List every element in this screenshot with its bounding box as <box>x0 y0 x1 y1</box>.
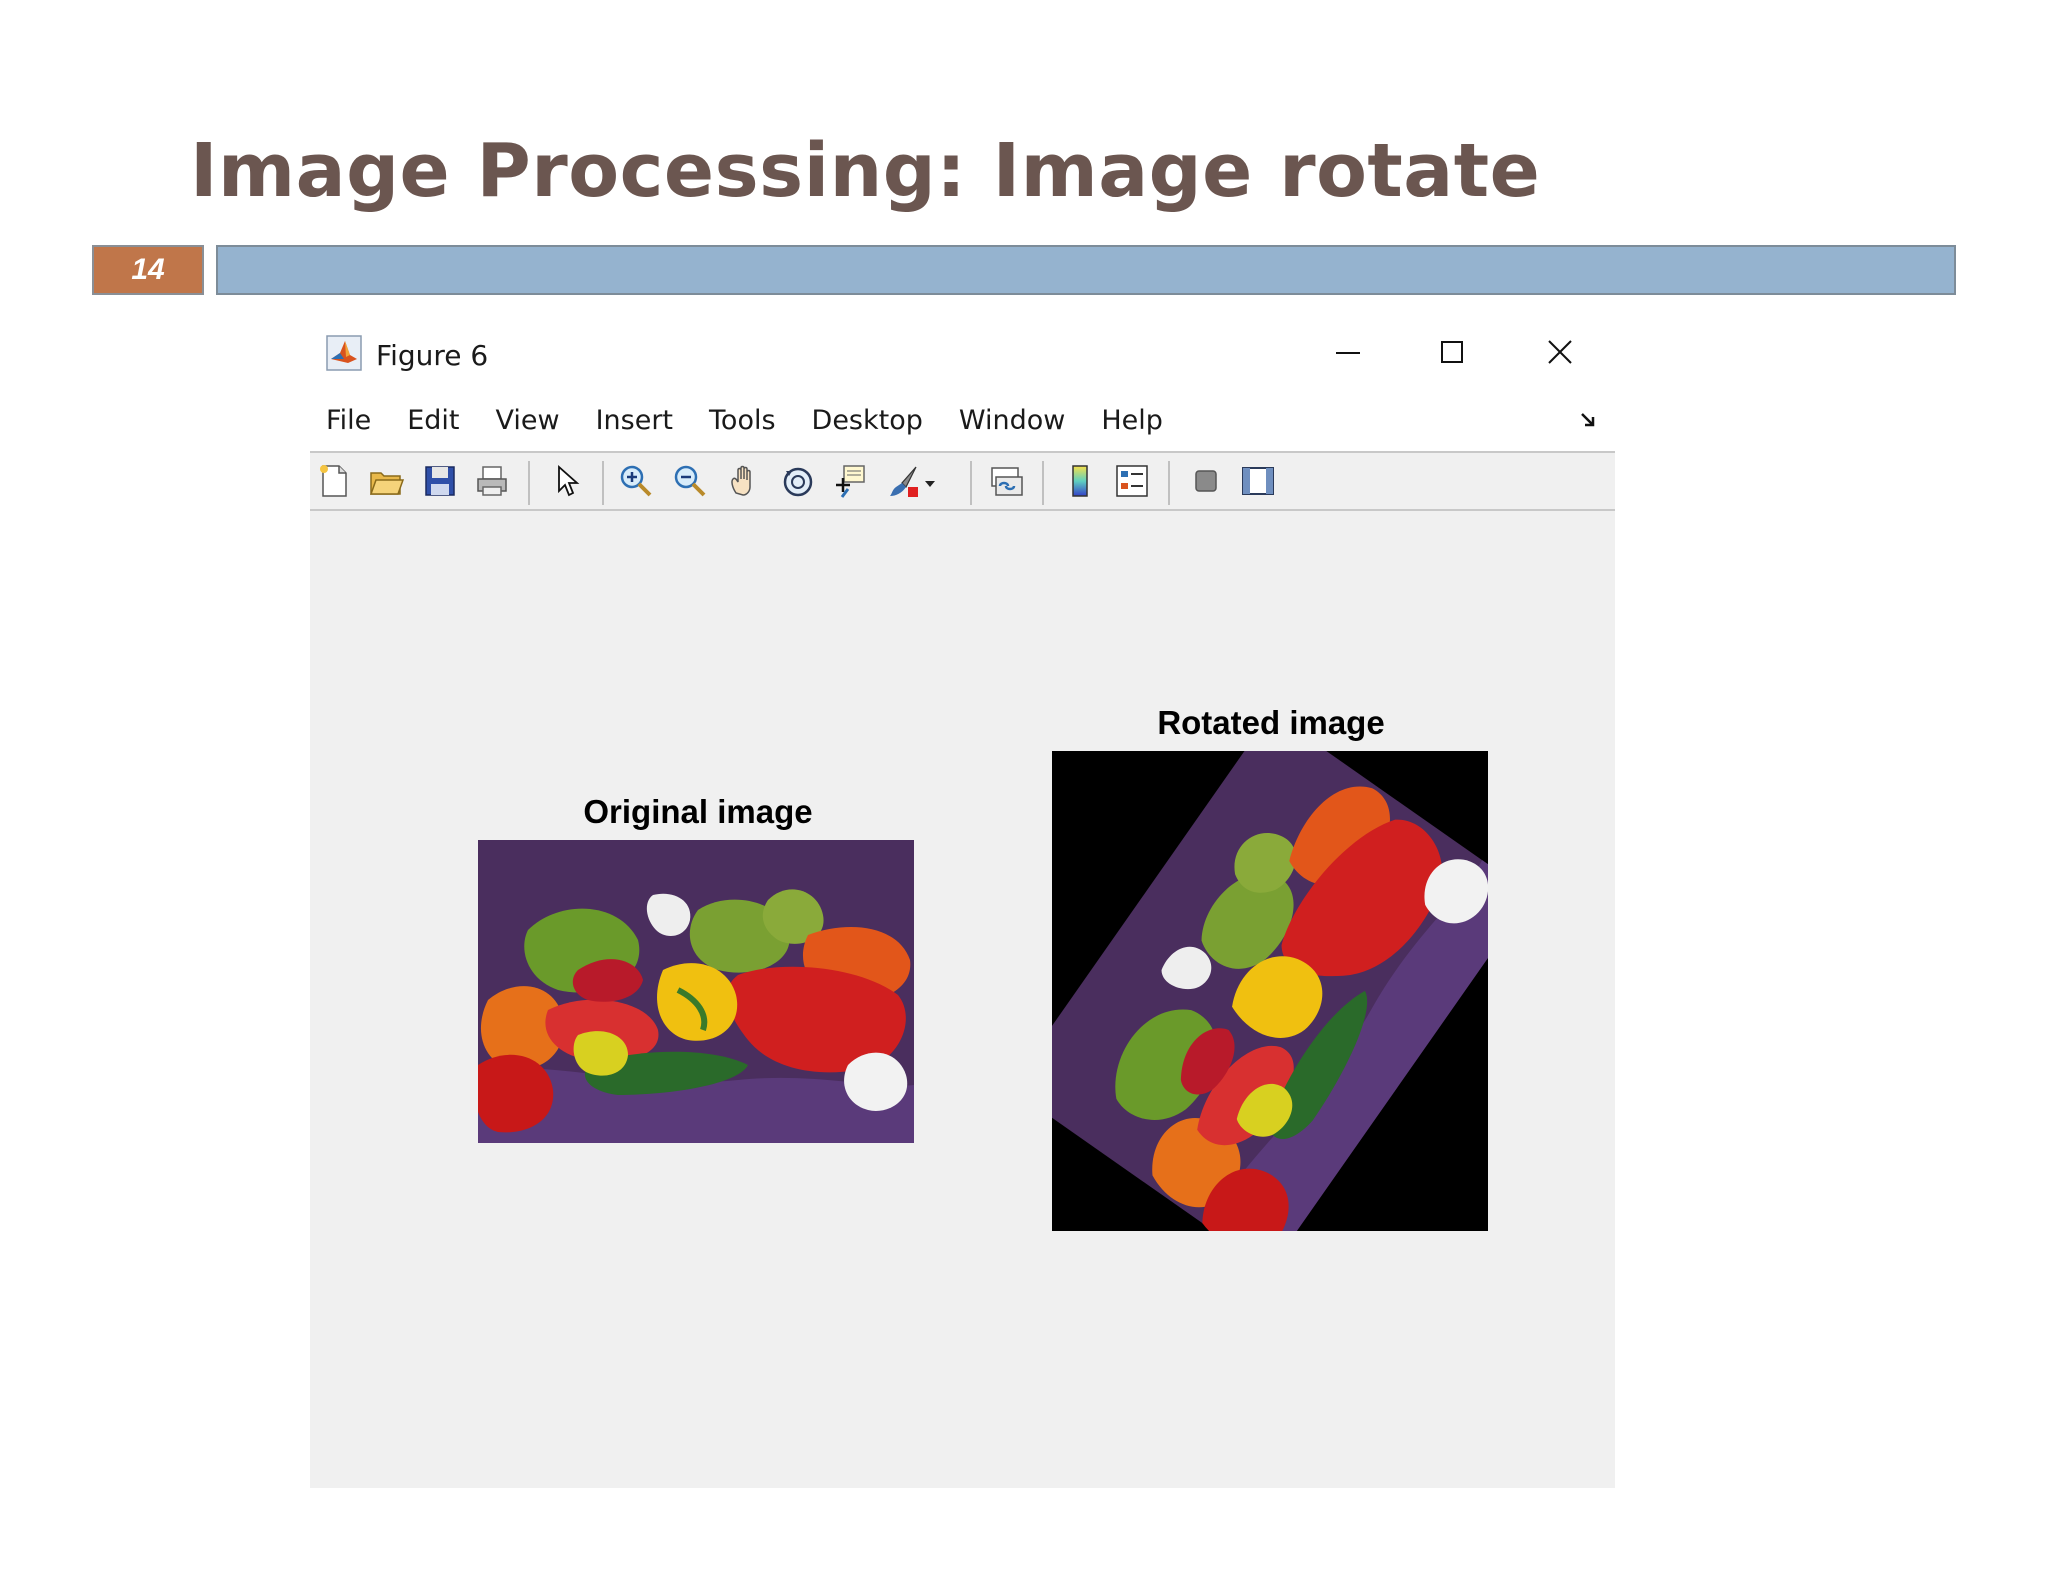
colorbar-icon <box>1062 463 1098 503</box>
menu-desktop[interactable]: Desktop <box>812 405 923 436</box>
close-icon <box>1547 339 1573 369</box>
toolbar-separator <box>602 461 604 505</box>
pan-icon <box>726 463 762 503</box>
zoom-in-icon <box>618 463 654 503</box>
menu-help[interactable]: Help <box>1101 405 1163 436</box>
matlab-icon <box>326 335 362 371</box>
slide-title-bar <box>216 245 1956 295</box>
toolbar-separator <box>1042 461 1044 505</box>
zoom-in-button[interactable] <box>616 463 656 503</box>
figure-canvas[interactable]: Original image Rotated image <box>310 511 1615 1488</box>
link-plot-button[interactable] <box>986 463 1026 503</box>
window-titlebar[interactable]: Figure 6 <box>310 325 1615 385</box>
insert-legend-button[interactable] <box>1112 463 1152 503</box>
original-image-title: Original image <box>583 793 813 830</box>
save-button[interactable] <box>420 463 460 503</box>
slide-number: 14 <box>92 245 204 295</box>
show-plot-tools-button[interactable] <box>1238 463 1278 503</box>
menu-view[interactable]: View <box>495 405 559 436</box>
menu-file[interactable]: File <box>326 405 371 436</box>
rotate-3d-button[interactable] <box>778 463 818 503</box>
minimize-icon <box>1335 339 1361 369</box>
edit-plot-button[interactable] <box>546 463 586 503</box>
window-title: Figure 6 <box>376 339 489 372</box>
new-figure-button[interactable] <box>314 463 354 503</box>
menu-edit[interactable]: Edit <box>407 405 459 436</box>
edit-plot-pointer-icon <box>548 463 584 503</box>
open-file-icon <box>368 463 405 503</box>
rotate-3d-icon <box>780 463 816 503</box>
toolbar-separator <box>528 461 530 505</box>
legend-icon <box>1114 463 1150 503</box>
print-icon <box>474 463 510 503</box>
hide-plot-tools-icon <box>1188 463 1224 503</box>
dock-arrow-icon[interactable] <box>1579 411 1597 429</box>
data-cursor-icon <box>832 463 868 503</box>
zoom-out-icon <box>672 463 708 503</box>
toolbar-separator <box>1168 461 1170 505</box>
show-plot-tools-icon <box>1240 463 1276 503</box>
brush-icon <box>886 463 922 503</box>
minimize-button[interactable] <box>1318 331 1378 377</box>
link-plot-icon <box>988 463 1024 503</box>
zoom-out-button[interactable] <box>670 463 710 503</box>
maximize-icon <box>1439 339 1465 369</box>
menu-bar: File Edit View Insert Tools Desktop Wind… <box>310 397 1615 443</box>
original-image <box>478 840 914 1143</box>
save-icon <box>422 463 458 503</box>
menu-insert[interactable]: Insert <box>596 405 673 436</box>
pan-button[interactable] <box>724 463 764 503</box>
hide-plot-tools-button[interactable] <box>1186 463 1226 503</box>
open-file-button[interactable] <box>366 463 406 503</box>
maximize-button[interactable] <box>1422 331 1482 377</box>
print-button[interactable] <box>472 463 512 503</box>
brush-button[interactable] <box>884 463 924 503</box>
figure-window: Figure 6 File Edit View Insert Tools Des… <box>310 325 1615 1488</box>
insert-colorbar-button[interactable] <box>1060 463 1100 503</box>
brush-dropdown-button[interactable] <box>920 463 940 503</box>
rotated-image-title: Rotated image <box>1157 704 1385 741</box>
data-cursor-button[interactable] <box>830 463 870 503</box>
toolbar-separator <box>970 461 972 505</box>
rotated-image <box>1052 751 1488 1231</box>
menu-window[interactable]: Window <box>959 405 1065 436</box>
slide-title: Image Processing: Image rotate <box>190 128 1541 214</box>
figure-toolbar <box>310 451 1615 511</box>
new-figure-icon <box>316 463 352 503</box>
chevron-down-icon <box>924 474 936 493</box>
menu-tools[interactable]: Tools <box>709 405 776 436</box>
close-button[interactable] <box>1530 331 1590 377</box>
